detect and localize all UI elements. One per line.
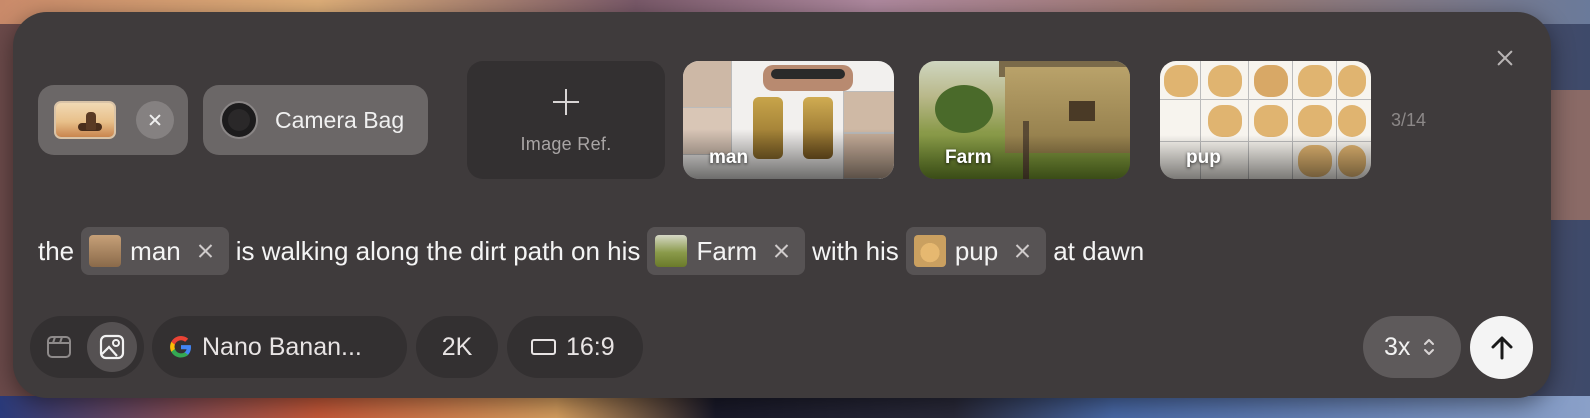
cowboy-thumbnail [54,101,116,139]
puppy-shape [1164,65,1198,97]
pup-thumbnail [913,235,946,267]
background-right-edge [1550,90,1590,220]
puppy-shape [1298,105,1332,137]
puppy-shape [1298,65,1332,97]
puppy-shape [1338,65,1366,97]
aspect-ratio-selector[interactable]: 16:9 [507,316,643,378]
prompt-text: at dawn [1053,235,1145,266]
remove-ref-icon[interactable] [773,243,789,259]
prompt-ref-label: pup [954,235,999,266]
tree-shape [935,85,993,133]
farm-thumbnail [655,235,688,267]
output-count-label: 3x [1384,332,1411,361]
prompt-text: with his [812,235,899,266]
video-clip-icon[interactable] [44,332,74,362]
prompt-ref-pup[interactable]: pup [905,227,1047,275]
prompt-ref-label: Farm [696,235,758,266]
puppy-shape [1254,65,1288,97]
man-thumbnail [89,235,122,267]
image-ref-label: Image Ref. [520,134,612,154]
model-selector[interactable]: Nano Banan... [152,316,407,378]
prompt-ref-man[interactable]: man [81,227,229,275]
reference-name: Farm [945,147,992,168]
close-icon[interactable] [1491,44,1519,72]
prompt-composer-panel: Camera Bag Image Ref. man Farm pup 3/14 … [13,12,1551,398]
video-clip-svg [47,336,71,358]
puppy-shape [1254,105,1288,137]
arrow-up-icon [1491,336,1512,359]
output-count-selector[interactable]: 3x [1363,316,1461,378]
add-image-ref-button[interactable]: Image Ref. [467,61,665,179]
image-mode-button[interactable] [87,322,137,372]
reference-name: pup [1186,147,1221,168]
mode-toggle [30,316,144,378]
attachment-chip[interactable] [38,85,188,155]
puppy-shape [1208,105,1242,137]
resolution-selector[interactable]: 2K [416,316,498,378]
reference-card-man[interactable]: man [683,61,894,179]
plus-icon [553,89,579,115]
chevron-updown-svg [1424,339,1435,355]
aspect-ratio-label: 16:9 [566,332,615,361]
prompt-input[interactable]: the man is walking along the dirt path o… [38,227,1144,275]
image-icon [99,334,125,360]
remove-ref-icon[interactable] [1014,243,1030,259]
aspect-ratio-icon [531,339,556,355]
grid-cell [683,61,732,108]
model-label: Nano Banan... [202,332,362,361]
camera-bag-button[interactable]: Camera Bag [203,85,428,155]
grid-line [1160,99,1371,100]
background-bottom-strip [0,396,1590,418]
window-shape [1069,101,1095,121]
chevron-updown-icon [1422,335,1436,359]
camera-bag-label: Camera Bag [275,106,405,133]
puppy-shape [1338,105,1366,137]
camera-lens-icon [220,101,258,139]
google-icon [170,336,191,358]
sunglasses-shape [771,69,845,79]
reference-card-pup[interactable]: pup [1160,61,1371,179]
reference-card-farm[interactable]: Farm [919,61,1130,179]
send-button[interactable] [1470,316,1533,379]
rider-shape [86,112,96,130]
prompt-ref-farm[interactable]: Farm [647,227,806,275]
grid-cell [843,91,894,133]
remove-ref-icon[interactable] [197,243,213,259]
prompt-ref-label: man [130,235,181,266]
puppy-shape [1208,65,1242,97]
remove-attachment-button[interactable] [136,101,174,139]
prompt-text: is walking along the dirt path on his [235,235,641,266]
prompt-text: the [38,235,75,266]
reference-counter: 3/14 [1391,110,1427,130]
reference-name: man [709,147,749,168]
